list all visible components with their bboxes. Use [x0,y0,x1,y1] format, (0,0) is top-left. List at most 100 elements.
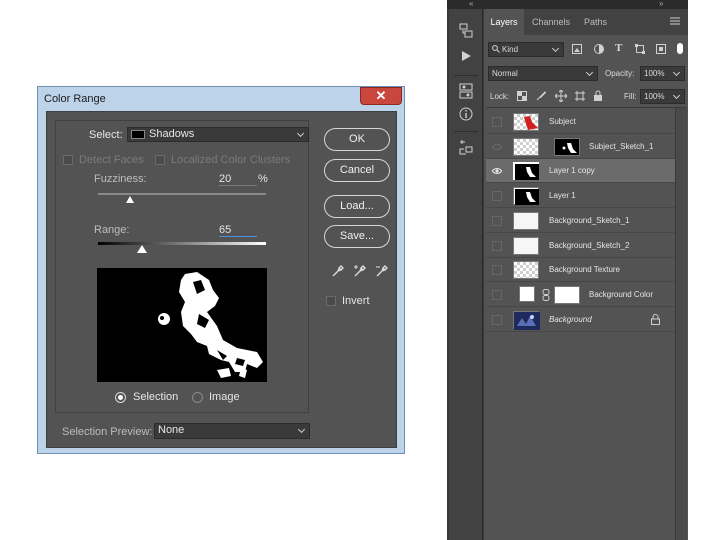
blend-mode-dropdown[interactable]: Normal [488,66,598,81]
dialog-body: Select: Shadows Detect Faces Localized C… [46,111,397,448]
layer-row-background-sketch-1[interactable]: Background_Sketch_1 [486,209,675,233]
play-icon[interactable] [460,50,472,62]
clone-source-icon[interactable] [458,139,474,155]
layers-divider [486,107,686,108]
visibility-toggle[interactable] [492,265,502,275]
collapse-right-icon[interactable]: » [659,0,663,8]
lock-transparency-icon[interactable] [517,91,527,101]
fill-swatch [519,286,535,302]
close-button[interactable]: ✕ [360,87,402,105]
tab-layers[interactable]: Layers [484,9,524,35]
visibility-toggle[interactable] [492,117,502,127]
eyedropper-plus-icon[interactable] [353,264,367,278]
layer-row-layer-1[interactable]: Layer 1 [486,184,675,208]
visibility-toggle[interactable] [491,142,503,152]
filter-kind-dropdown[interactable]: Kind [488,42,564,57]
fuzziness-input[interactable]: 20 [219,173,257,186]
load-button[interactable]: Load... [324,195,390,218]
panel-icon-strip [449,9,483,540]
visibility-toggle[interactable] [492,290,502,300]
dialog-title: Color Range [44,93,106,105]
lock-artboard-icon[interactable] [575,91,585,101]
visibility-toggle[interactable] [492,315,502,325]
info-icon[interactable] [459,107,473,121]
layer-thumbnail [513,138,539,156]
opacity-label: Opacity: [605,69,635,78]
layer-thumbnail [513,311,540,330]
layer-row-subject[interactable]: Subject [486,110,675,134]
visibility-toggle[interactable] [492,216,502,226]
chevron-down-icon [672,68,681,77]
fuzziness-slider-track[interactable] [98,193,266,195]
range-input[interactable]: 65 [219,224,257,237]
localized-clusters-checkbox[interactable] [155,155,165,165]
image-radio[interactable] [192,392,203,403]
layer-row-background-color[interactable]: Background Color [486,283,675,307]
lock-brush-icon[interactable] [536,91,546,101]
adjustments-icon[interactable] [459,83,473,99]
tab-paths[interactable]: Paths [584,9,607,35]
layer-row-background-texture[interactable]: Background Texture [486,258,675,282]
visibility-toggle[interactable] [492,241,502,251]
filter-type-icon[interactable]: T [615,42,622,54]
layer-row-layer-1-copy[interactable]: Layer 1 copy [486,159,675,183]
selection-preview-dropdown[interactable]: None [154,423,310,439]
layer-name: Layer 1 copy [549,166,595,175]
opacity-input[interactable]: 100% [640,66,685,81]
eyedropper-icon[interactable] [331,264,345,278]
color-range-dialog: Color Range ✕ Select: Shadows Detect Fac… [37,86,405,454]
lock-icon [651,314,660,325]
filter-pixel-icon[interactable] [572,44,582,54]
layer-thumbnail [513,237,539,255]
selection-preview-label: Selection Preview: [62,426,153,438]
cancel-button[interactable]: Cancel [324,159,390,182]
layer-name: Subject_Sketch_1 [589,142,654,151]
fuzziness-unit: % [258,173,268,185]
range-slider-thumb[interactable] [137,245,147,253]
opacity-value: 100% [644,69,665,78]
shadows-swatch-icon [131,129,145,139]
eyedropper-minus-icon[interactable] [375,264,389,278]
eye-icon[interactable] [491,166,503,176]
filter-shape-icon[interactable] [635,44,645,54]
layer-name: Layer 1 [549,191,576,200]
chevron-down-icon [672,91,681,100]
layer-row-background[interactable]: Background [486,308,675,332]
lock-all-icon[interactable] [593,90,603,101]
fill-value: 100% [644,92,665,101]
layers-scrollbar[interactable] [675,108,687,540]
layer-mask-thumbnail [554,286,580,304]
save-button[interactable]: Save... [324,225,390,248]
filter-smart-object-icon[interactable] [656,44,666,54]
layer-name: Background Texture [549,265,621,274]
fuzziness-slider-thumb[interactable] [126,196,134,203]
filter-adjustment-icon[interactable] [594,44,604,54]
layer-row-background-sketch-2[interactable]: Background_Sketch_2 [486,234,675,258]
detect-faces-checkbox[interactable] [63,155,73,165]
panel-menu-icon[interactable] [670,17,680,25]
selection-preview-image [97,268,267,382]
select-label: Select: [89,129,123,141]
range-slider-track[interactable] [98,242,266,245]
panel-collapse-bar[interactable]: « » [447,0,688,9]
invert-checkbox[interactable] [326,296,336,306]
fill-input[interactable]: 100% [640,89,685,104]
select-dropdown[interactable]: Shadows [127,127,309,142]
collapse-left-icon[interactable]: « [469,0,473,8]
radio-dot [118,395,123,400]
visibility-toggle[interactable] [492,191,502,201]
lock-label: Lock: [490,92,510,101]
selection-radio[interactable] [115,392,126,403]
tab-channels[interactable]: Channels [532,9,570,35]
chevron-down-icon [585,68,594,77]
ok-button[interactable]: OK [324,128,390,151]
history-icon[interactable] [459,23,473,39]
selection-preview-value: None [158,424,185,436]
layer-name: Subject [549,117,576,126]
layer-row-subject-sketch-1[interactable]: Subject_Sketch_1 [486,135,675,159]
image-radio-label: Image [209,391,240,403]
lock-position-icon[interactable] [555,90,567,102]
layer-thumbnail [513,162,539,180]
filter-toggle-icon[interactable] [677,43,683,54]
chain-link-icon[interactable] [542,289,550,301]
